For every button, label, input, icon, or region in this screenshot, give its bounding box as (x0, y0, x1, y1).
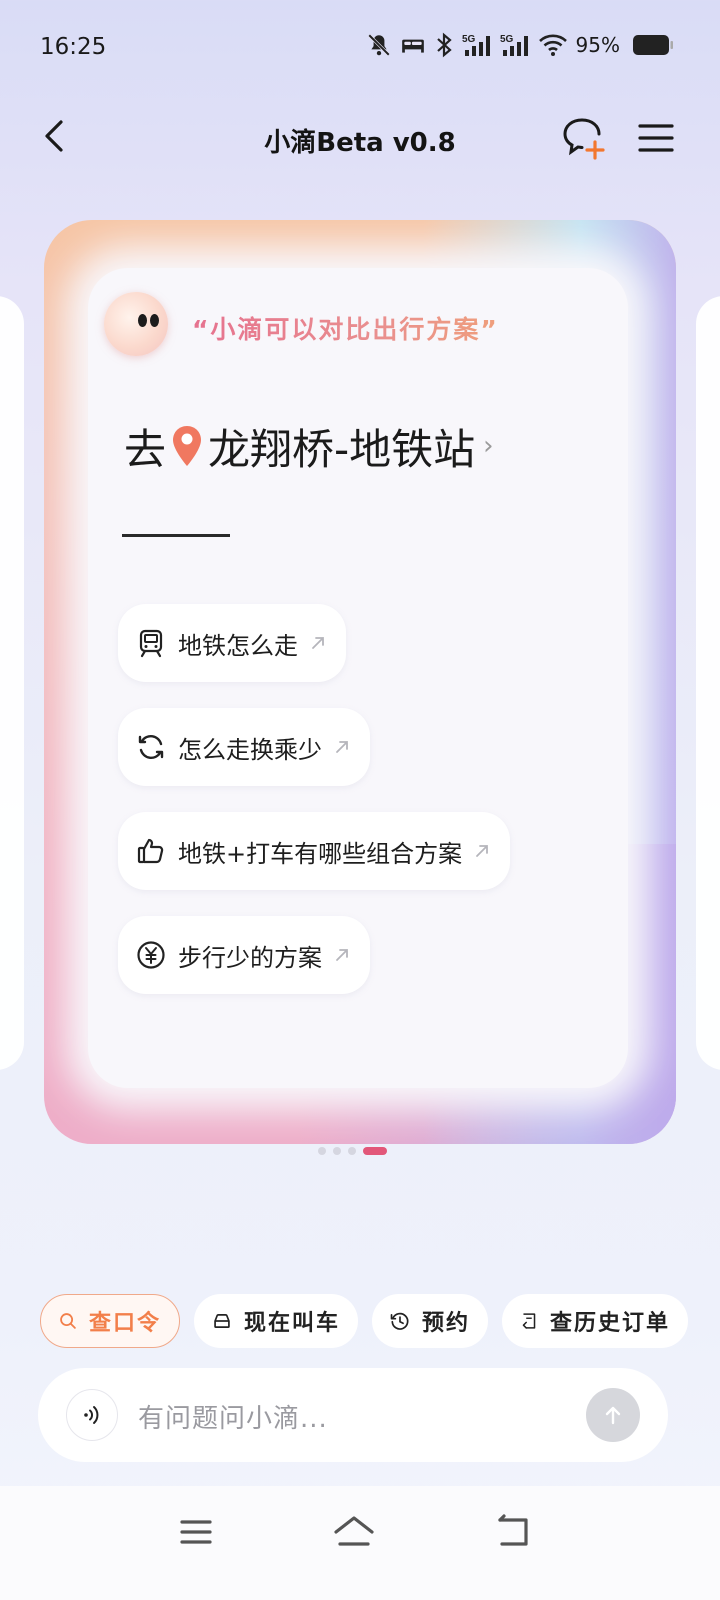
call-car-now-button[interactable]: 现在叫车 (194, 1294, 358, 1348)
quick-action-label: 查历史订单 (549, 1311, 670, 1336)
status-bar: 16:25 5G 5G 95% (0, 0, 720, 92)
card-inner: “小滴可以对比出行方案” 去 龙翔桥-地铁站 › 地铁怎么走 怎么走换乘少 地铁… (88, 268, 628, 1088)
arrow-up-right-icon (336, 741, 348, 753)
destination-row[interactable]: 去 龙翔桥-地铁站 › (124, 418, 494, 474)
quick-action-label: 现在叫车 (243, 1311, 340, 1336)
menu-button[interactable] (636, 118, 676, 158)
back-nav-icon (498, 1514, 528, 1546)
check-password-button[interactable]: 查口令 (40, 1294, 180, 1348)
suggestion-metro-taxi-combo[interactable]: 地铁+打车有哪些组合方案 (118, 812, 511, 890)
home-icon (334, 1516, 374, 1546)
signal-5g-icon: 5G (462, 34, 490, 56)
signal-5g-icon: 5G (500, 34, 528, 56)
pager-dot[interactable] (318, 1147, 326, 1155)
new-chat-button[interactable] (560, 114, 608, 162)
suggestion-label: 步行少的方案 (178, 943, 322, 972)
bluetooth-icon (436, 32, 452, 58)
svg-text:5G: 5G (500, 34, 514, 45)
quick-action-label: 预约 (421, 1311, 470, 1336)
previous-card-peek[interactable] (0, 296, 24, 1070)
new-chat-icon (563, 118, 605, 160)
chat-input[interactable]: 有问题问小滴... (138, 1398, 328, 1435)
mute-icon (367, 34, 390, 56)
battery-icon (633, 35, 673, 55)
suggestion-fewer-transfers[interactable]: 怎么走换乘少 (118, 708, 370, 786)
menu-icon (638, 124, 674, 152)
assistant-avatar (104, 292, 168, 356)
send-button[interactable] (586, 1388, 640, 1442)
pager-dot-active[interactable] (363, 1147, 387, 1155)
destination-arrow: › (483, 431, 494, 461)
arrow-up-icon (605, 1406, 621, 1425)
system-nav-bar (0, 1486, 720, 1600)
battery-percent: 95% (575, 33, 620, 57)
back-nav-button[interactable] (490, 1508, 538, 1556)
suggestion-label: 地铁+打车有哪些组合方案 (178, 839, 463, 868)
destination-name: 龙翔桥-地铁站 (208, 424, 476, 474)
thumbs-up-icon (137, 838, 164, 864)
home-button[interactable] (330, 1508, 378, 1556)
train-icon (139, 629, 163, 658)
card-quote: “小滴可以对比出行方案” (192, 310, 499, 346)
suggestion-label: 地铁怎么走 (178, 631, 298, 660)
arrow-up-right-icon (476, 845, 489, 857)
quick-action-label: 查口令 (88, 1311, 161, 1336)
order-history-button[interactable]: 查历史订单 (502, 1294, 688, 1348)
yuan-icon (137, 941, 165, 969)
arrow-up-right-icon (336, 949, 348, 961)
clock-icon (390, 1312, 409, 1330)
destination-prefix: 去 (124, 424, 167, 474)
suggestion-metro-route[interactable]: 地铁怎么走 (118, 604, 346, 682)
reserve-button[interactable]: 预约 (372, 1294, 488, 1348)
suggestion-card: “小滴可以对比出行方案” 去 龙翔桥-地铁站 › 地铁怎么走 怎么走换乘少 地铁… (44, 220, 676, 1144)
app-title: 小滴Beta v0.8 (264, 128, 456, 158)
voice-wave-icon (84, 1406, 99, 1424)
car-icon (214, 1314, 230, 1328)
chat-input-bar: 有问题问小滴... (38, 1368, 668, 1462)
suggestion-label: 怎么走换乘少 (178, 735, 322, 764)
location-pin-icon (173, 426, 202, 466)
recent-apps-button[interactable] (172, 1508, 220, 1556)
refresh-icon (138, 734, 164, 760)
search-icon (60, 1313, 76, 1329)
arrow-up-right-icon (312, 637, 324, 649)
destination-underline (122, 534, 230, 537)
voice-button[interactable] (66, 1389, 118, 1441)
header: 小滴Beta v0.8 (0, 100, 720, 180)
wifi-icon (538, 34, 567, 56)
carousel-pager (318, 1147, 387, 1155)
recents-icon (180, 1520, 212, 1544)
suggestion-less-walking[interactable]: 步行少的方案 (118, 916, 370, 994)
history-order-icon (522, 1313, 536, 1329)
status-icons: 5G 5G 95% (366, 32, 674, 58)
pager-dot[interactable] (333, 1147, 341, 1155)
next-card-peek[interactable] (696, 296, 720, 1070)
svg-text:5G: 5G (462, 34, 476, 45)
status-time: 16:25 (40, 34, 107, 60)
bed-icon (401, 39, 424, 53)
pager-dot[interactable] (348, 1147, 356, 1155)
